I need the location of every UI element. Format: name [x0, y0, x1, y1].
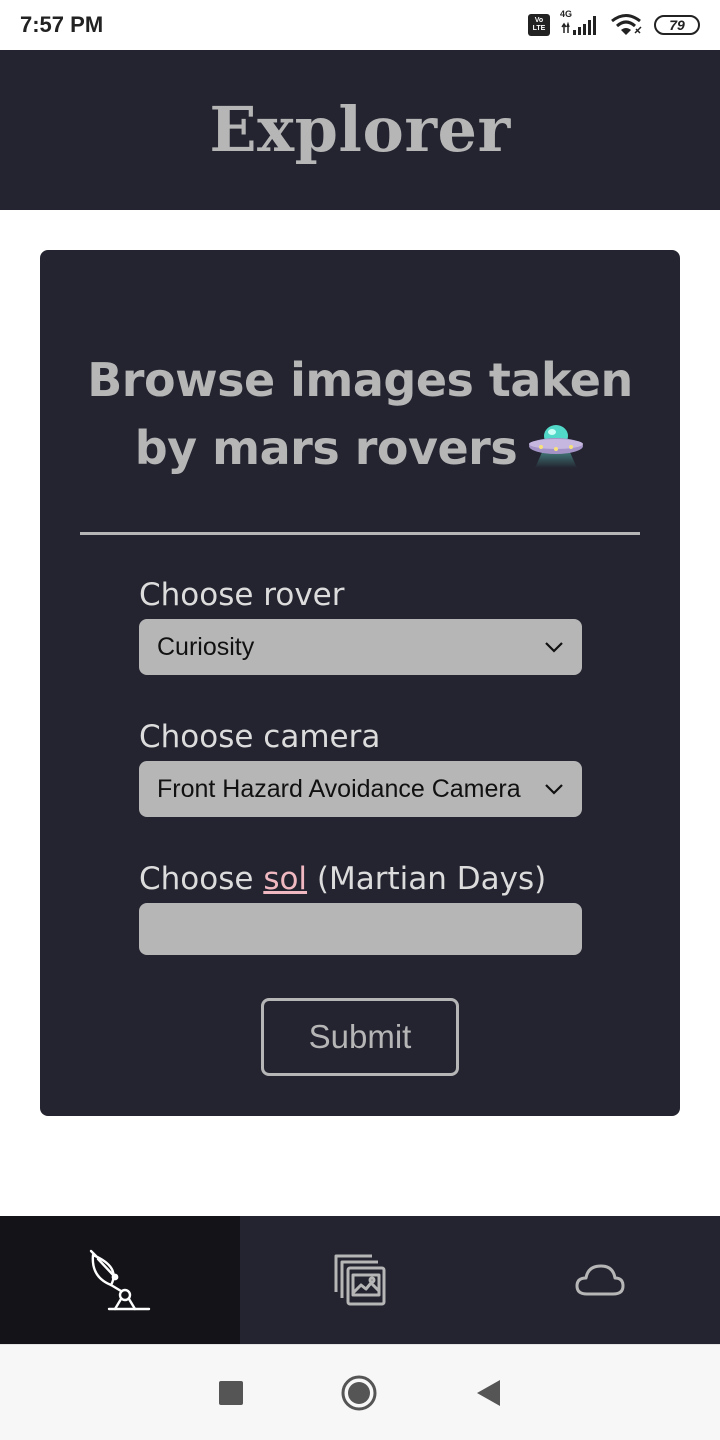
rover-label: Choose rover [139, 577, 345, 613]
rover-select[interactable]: Curiosity [139, 619, 582, 675]
battery-icon: 79 [654, 15, 700, 35]
nav-item-weather[interactable] [480, 1216, 720, 1344]
camera-select-value: Front Hazard Avoidance Camera [157, 774, 521, 803]
camera-label: Choose camera [139, 719, 381, 755]
sol-input[interactable] [139, 903, 582, 955]
sol-link[interactable]: sol [263, 861, 307, 897]
chevron-down-icon [545, 784, 563, 795]
nav-item-gallery[interactable] [240, 1216, 480, 1344]
system-nav-bar [0, 1344, 720, 1440]
volte-icon: Vo LTE [528, 14, 550, 36]
sol-label-prefix: Choose [139, 861, 254, 897]
rover-select-value: Curiosity [157, 632, 255, 661]
home-icon[interactable] [340, 1374, 378, 1412]
status-time: 7:57 PM [20, 12, 104, 37]
signal-icon: 4G [560, 9, 600, 37]
volte-label-top: Vo [534, 17, 544, 24]
app-title: Explorer [209, 92, 511, 166]
ufo-icon [529, 425, 584, 468]
volte-label-bottom: LTE [532, 25, 546, 32]
status-bar: 7:57 PM Vo LTE 4G 79 [0, 0, 720, 50]
search-card: Browse images taken by mars rovers Choos… [40, 250, 680, 1116]
submit-button[interactable]: Submit [261, 998, 459, 1076]
status-icons: Vo LTE 4G 79 [528, 9, 700, 37]
sol-label: Choose sol (Martian Days) [139, 861, 546, 897]
chevron-down-icon [545, 642, 563, 653]
satellite-dish-icon [89, 1249, 151, 1311]
image-gallery-icon [334, 1254, 386, 1306]
battery-level: 79 [669, 17, 685, 33]
card-heading-line2: by mars rovers [134, 421, 518, 475]
cloud-icon [575, 1264, 625, 1296]
wifi-icon [611, 14, 642, 35]
bottom-nav [0, 1216, 720, 1344]
recents-icon[interactable] [218, 1380, 244, 1406]
divider [80, 532, 640, 535]
card-heading: Browse images taken by mars rovers [80, 346, 640, 482]
camera-select[interactable]: Front Hazard Avoidance Camera [139, 761, 582, 817]
card-heading-line1: Browse images taken [87, 353, 633, 407]
app-header: Explorer [0, 50, 720, 210]
back-icon[interactable] [474, 1378, 502, 1408]
nav-item-rovers[interactable] [0, 1216, 240, 1344]
sol-label-suffix: (Martian Days) [316, 861, 547, 897]
